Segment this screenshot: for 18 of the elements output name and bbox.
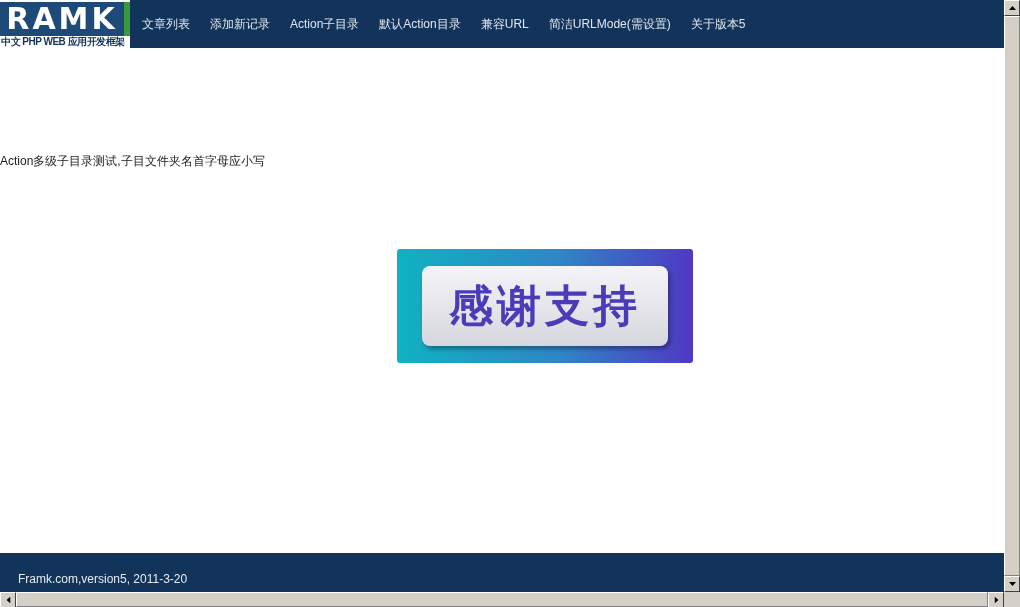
nav-link[interactable]: 兼容URL xyxy=(480,15,529,33)
scrollbar-corner xyxy=(1004,592,1020,607)
arrow-icon xyxy=(6,596,10,604)
logo[interactable]: RAMK 中文 PHP WEB 应用开发框架 xyxy=(0,0,130,48)
banner: 感谢支持 xyxy=(397,249,693,363)
nav-link[interactable]: 默认Action目录 xyxy=(379,15,461,33)
arrow-icon xyxy=(994,596,998,604)
arrow-icon xyxy=(1008,6,1016,10)
nav-link[interactable]: 添加新记录 xyxy=(210,15,270,33)
footer-text: Framk.com,version5, 2011-3-20 xyxy=(18,572,188,586)
horizontal-scrollbar[interactable] xyxy=(0,592,1020,607)
arrow-icon xyxy=(1008,582,1016,586)
nav-link[interactable]: 文章列表 xyxy=(142,15,190,33)
nav-link[interactable]: 简洁URLMode(需设置) xyxy=(548,15,671,33)
message-text: Action多级子目录测试,子目文件夹名首字母应小写 xyxy=(0,153,266,170)
vertical-scrollbar[interactable] xyxy=(1004,0,1020,592)
nav-link[interactable]: 关于版本5 xyxy=(690,15,746,33)
nav-link[interactable]: Action子目录 xyxy=(290,15,360,33)
